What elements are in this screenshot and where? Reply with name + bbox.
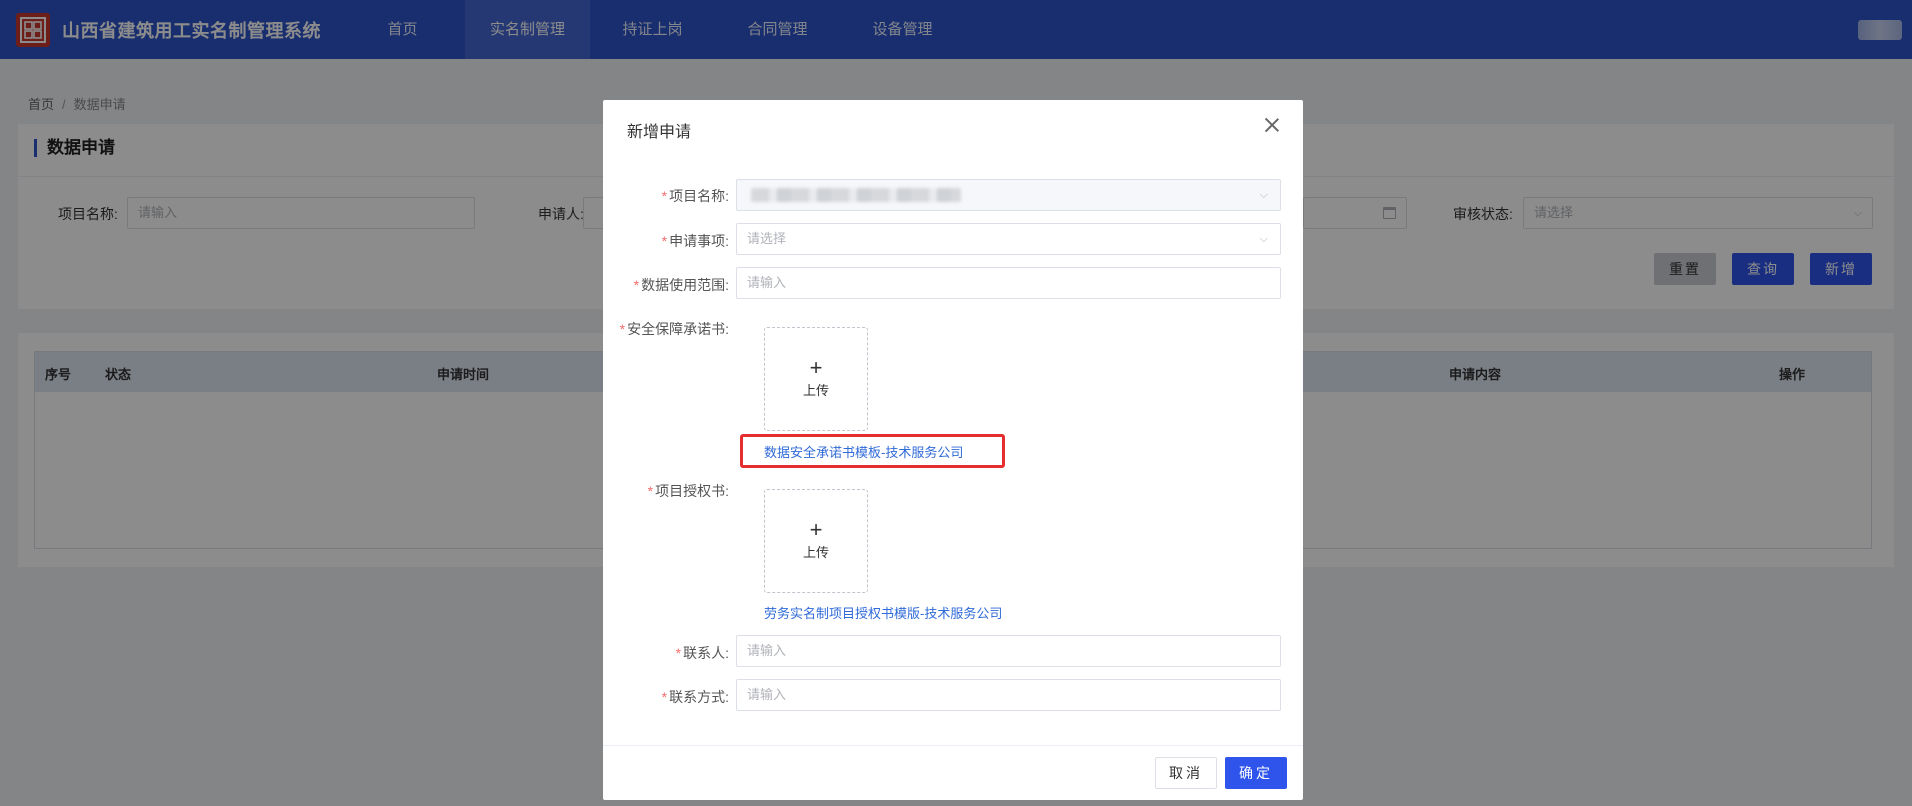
cancel-button[interactable]: 取消 [1155,757,1217,789]
phone-input[interactable]: 请输入 [736,679,1281,711]
project-name-label: * 项目名称: [662,186,729,206]
project-authorization-upload[interactable]: + 上传 [764,489,868,593]
application-item-label-text: 申请事项: [669,233,729,249]
project-authorization-label-text: 项目授权书: [655,483,729,499]
close-icon[interactable] [1263,116,1281,134]
data-scope-input[interactable]: 请输入 [736,267,1281,299]
contact-input[interactable]: 请输入 [736,635,1281,667]
security-commitment-upload[interactable]: + 上传 [764,327,868,431]
application-item-placeholder: 请选择 [747,231,787,246]
plus-icon: + [809,355,823,380]
application-item-select[interactable]: 请选择 ⌵ [736,223,1281,255]
dialog-footer-divider [603,745,1303,746]
phone-label-text: 联系方式: [669,689,729,705]
add-application-dialog: 新增申请 * 项目名称: ⌵ * 申请事项: 请选择 ⌵ * 数据使用范围: 请输入 … [603,100,1303,800]
project-name-label-text: 项目名称: [669,188,729,204]
contact-label-text: 联系人: [683,645,729,661]
chevron-down-icon: ⌵ [1259,233,1268,245]
security-template-link[interactable]: 数据安全承诺书模板-技术服务公司 [764,442,963,461]
required-mark: * [661,689,668,705]
upload-label: 上传 [802,545,829,560]
contact-label: * 联系人: [676,643,729,663]
data-scope-label: * 数据使用范围: [634,275,729,295]
project-authorization-label: * 项目授权书: [648,481,729,501]
data-scope-label-text: 数据使用范围: [641,277,729,293]
required-mark: * [633,277,640,293]
application-item-label: * 申请事项: [662,231,729,251]
plus-icon: + [809,517,823,542]
required-mark: * [661,188,668,204]
required-mark: * [675,645,682,661]
required-mark: * [647,483,654,499]
dialog-title: 新增申请 [627,124,692,141]
required-mark: * [619,321,626,337]
confirm-button[interactable]: 确定 [1225,757,1287,789]
redacted-project-name [751,188,961,202]
upload-label: 上传 [802,383,829,398]
phone-label: * 联系方式: [662,687,729,707]
required-mark: * [661,233,668,249]
authorization-template-link[interactable]: 劳务实名制项目授权书模版-技术服务公司 [764,603,1002,622]
chevron-down-icon: ⌵ [1259,189,1268,201]
security-commitment-label-text: 安全保障承诺书: [627,321,729,337]
security-commitment-label: * 安全保障承诺书: [620,319,729,339]
project-name-select[interactable]: ⌵ [736,179,1281,211]
